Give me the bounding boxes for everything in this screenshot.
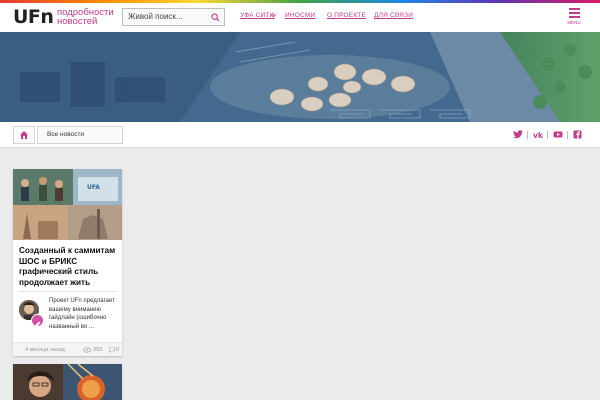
social-divider (527, 131, 528, 139)
news-card-2-image (13, 364, 122, 400)
news-card-collage: UFA (13, 169, 122, 240)
twitter-icon[interactable] (513, 130, 523, 139)
news-card-comments: 0 (116, 347, 120, 353)
vk-icon[interactable]: vk (533, 130, 543, 139)
news-card-image[interactable]: UFA (13, 169, 122, 240)
toolbar: Все новости vk (0, 122, 600, 148)
pencil-icon (35, 321, 41, 327)
news-card-views: 393 (93, 347, 103, 353)
youtube-icon[interactable] (553, 130, 563, 139)
news-card-2[interactable] (13, 364, 122, 400)
news-card-footer: 4 месяца назад 393 0 (13, 342, 122, 356)
news-card-time: 4 месяца назад (25, 347, 65, 353)
news-card-divider (19, 291, 116, 292)
site-logo[interactable]: UFn (13, 6, 54, 28)
nav-contact[interactable]: Для связи (374, 12, 413, 19)
menu-label: MENU (567, 20, 581, 25)
tagline-line-2: новостей (57, 16, 98, 27)
site-header: UFn подробности новостей Живой поиск... … (0, 3, 600, 32)
home-button[interactable] (13, 126, 35, 144)
menu-button[interactable]: MENU (566, 8, 582, 28)
svg-text:UFA: UFA (87, 184, 100, 191)
search-input[interactable]: Живой поиск... (122, 8, 225, 26)
news-card-excerpt: Проект UFn предлагает вашему вниманию га… (49, 298, 115, 331)
svg-text:vk: vk (533, 131, 543, 139)
home-icon (20, 131, 28, 139)
nav-inosmi[interactable]: Иносми (285, 12, 315, 19)
hamburger-icon (566, 8, 582, 18)
nav-ufa-city[interactable]: Уфа Сити (240, 12, 274, 19)
banner-illustration (0, 32, 600, 122)
social-divider (547, 131, 548, 139)
chevron-down-icon (271, 14, 276, 18)
social-divider (567, 131, 568, 139)
search-icon[interactable] (211, 13, 220, 22)
search-placeholder: Живой поиск... (128, 12, 183, 21)
all-news-button[interactable]: Все новости (37, 126, 123, 144)
edit-badge (31, 314, 44, 327)
news-card-title[interactable]: Созданный к саммитам ШОС и БРИКС графиче… (19, 246, 119, 288)
comment-icon (109, 347, 115, 353)
header-banner-image (0, 32, 600, 122)
news-card[interactable]: UFA Созданный к саммитам ШОС и БРИКС гра… (13, 169, 122, 356)
eye-icon (83, 347, 91, 353)
site-tagline: подробности новостей (57, 8, 114, 27)
nav-about[interactable]: О проекте (327, 12, 366, 19)
facebook-icon[interactable] (573, 130, 583, 139)
